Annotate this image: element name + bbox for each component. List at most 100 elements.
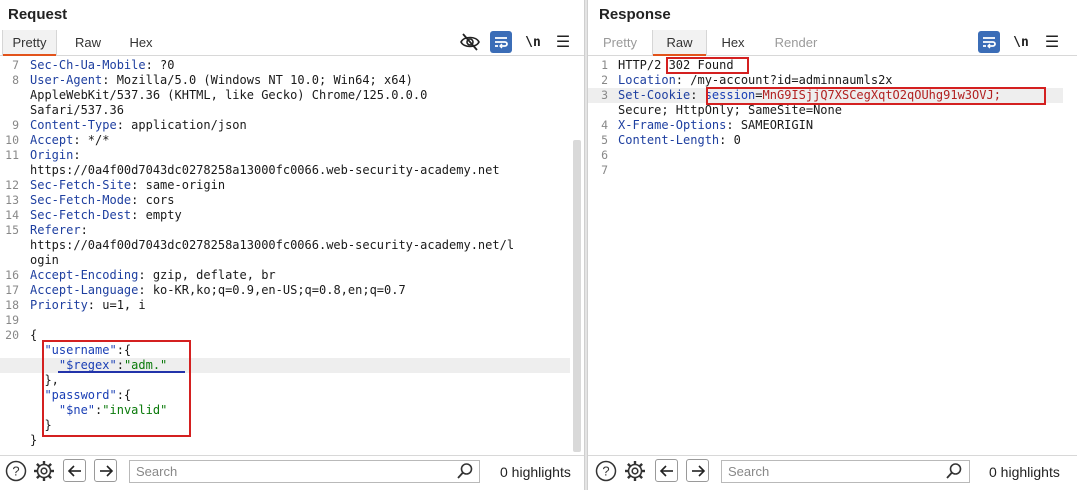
code-token: X-Frame-Options (618, 118, 727, 132)
line-number: 2 (601, 73, 608, 87)
code-token: :{ (116, 388, 132, 402)
code-line[interactable]: "$ne":"invalid" (0, 403, 570, 418)
code-token: Referer (30, 223, 81, 237)
request-editor[interactable]: 7 Sec-Ch-Ua-Mobile: ?0 8 User-Agent: Mozill… (0, 57, 584, 450)
help-icon[interactable]: ? (594, 459, 618, 483)
request-title: Request (8, 6, 68, 23)
code-line[interactable]: 9 Content-Type: application/json (0, 118, 570, 133)
code-line[interactable]: 8 User-Agent: Mozilla/5.0 (Windows NT 10.… (0, 73, 570, 88)
code-line[interactable]: 3 Set-Cookie: session=MnG9ISjjQ7XSCegXqtO… (588, 88, 1063, 103)
code-token: : gzip, deflate, br (138, 268, 276, 282)
code-line[interactable]: 2 Location: /my-account?id=adminnaumls2x (588, 73, 1063, 88)
code-token: : ko-KR,ko;q=0.9,en-US;q=0.8,en;q=0.7 (138, 283, 406, 297)
line-number: 20 (5, 328, 19, 342)
response-tab-raw[interactable]: Raw (652, 30, 707, 56)
back-arrow-icon[interactable] (63, 459, 86, 482)
word-wrap-icon[interactable] (490, 31, 512, 53)
line-number: 16 (5, 268, 19, 282)
forward-arrow-icon[interactable] (686, 459, 709, 482)
code-line[interactable]: 12 Sec-Fetch-Site: same-origin (0, 178, 570, 193)
code-text: }, (30, 373, 58, 388)
request-search-input[interactable] (129, 460, 480, 483)
code-line[interactable]: } (0, 433, 570, 448)
menu-icon[interactable]: ☰ (552, 31, 574, 53)
code-token: AppleWebKit/537.36 (KHTML, like Gecko) C… (30, 88, 428, 102)
search-icon[interactable] (945, 462, 963, 480)
code-token: : ?0 (145, 58, 175, 72)
menu-icon[interactable]: ☰ (1041, 31, 1063, 53)
code-line[interactable]: 20 { (0, 328, 570, 343)
code-token: : same-origin (131, 178, 226, 192)
code-text: Safari/537.36 (30, 103, 124, 118)
request-tab-hex[interactable]: Hex (118, 30, 164, 55)
code-line[interactable]: 6 (588, 148, 1063, 163)
code-text: Referer: (30, 223, 88, 238)
code-text: Sec-Fetch-Site: same-origin (30, 178, 225, 193)
hide-nonprintable-eye-slash-icon[interactable] (459, 31, 481, 53)
code-line[interactable]: }, (0, 373, 570, 388)
settings-gear-icon[interactable] (32, 459, 56, 483)
request-tab-pretty[interactable]: Pretty (2, 30, 57, 56)
search-icon[interactable] (456, 462, 474, 480)
code-line[interactable]: AppleWebKit/537.36 (KHTML, like Gecko) C… (0, 88, 570, 103)
code-token: : Mozilla/5.0 (Windows NT 10.0; Win64; x… (102, 73, 413, 87)
code-line[interactable]: "username":{ (0, 343, 570, 358)
code-text: X-Frame-Options: SAMEORIGIN (618, 118, 813, 133)
code-token: : cors (131, 193, 175, 207)
code-line[interactable]: Secure; HttpOnly; SameSite=None (588, 103, 1063, 118)
request-scrollbar[interactable] (573, 140, 581, 452)
code-token: session (704, 88, 756, 102)
code-token: } (30, 418, 52, 432)
code-line[interactable]: https://0a4f00d7043dc0278258a13000fc0066… (0, 163, 570, 178)
code-line[interactable]: 18 Priority: u=1, i (0, 298, 570, 313)
code-line[interactable]: 7 (588, 163, 1063, 178)
code-line[interactable]: 17 Accept-Language: ko-KR,ko;q=0.9,en-US;… (0, 283, 570, 298)
code-line[interactable]: 1 HTTP/2 302 Found (588, 58, 1063, 73)
response-tab-hex[interactable]: Hex (710, 30, 756, 55)
code-token: Sec-Fetch-Dest (30, 208, 132, 222)
forward-arrow-icon[interactable] (94, 459, 117, 482)
response-highlights-count: 0 highlights (989, 464, 1060, 480)
code-text: https://0a4f00d7043dc0278258a13000fc0066… (30, 163, 500, 178)
code-line[interactable]: 7 Sec-Ch-Ua-Mobile: ?0 (0, 58, 570, 73)
code-text: Set-Cookie: session=MnG9ISjjQ7XSCegXqtO2… (618, 88, 1001, 103)
code-token: : */* (73, 133, 110, 147)
word-wrap-icon[interactable] (978, 31, 1000, 53)
code-line[interactable]: "password":{ (0, 388, 570, 403)
code-line[interactable]: 5 Content-Length: 0 (588, 133, 1063, 148)
code-line[interactable]: 15 Referer: (0, 223, 570, 238)
response-tab-render[interactable]: Render (768, 30, 824, 55)
response-tab-pretty[interactable]: Pretty (594, 30, 646, 55)
line-number: 13 (5, 193, 19, 207)
code-line[interactable]: 11 Origin: (0, 148, 570, 163)
show-newlines-icon[interactable]: \n (522, 31, 544, 53)
code-token: : (116, 358, 124, 372)
back-arrow-icon[interactable] (655, 459, 678, 482)
code-line[interactable]: 19 (0, 313, 570, 328)
settings-gear-icon[interactable] (623, 459, 647, 483)
code-line[interactable]: 4 X-Frame-Options: SAMEORIGIN (588, 118, 1063, 133)
request-tab-raw[interactable]: Raw (62, 30, 114, 55)
code-line[interactable]: 14 Sec-Fetch-Dest: empty (0, 208, 570, 223)
response-editor[interactable]: 1 HTTP/2 302 Found 2 Location: /my-account?… (588, 57, 1077, 450)
code-token: = (755, 88, 763, 102)
code-token: Content-Length (618, 133, 720, 147)
code-text: } (30, 418, 52, 433)
code-line[interactable]: 16 Accept-Encoding: gzip, deflate, br (0, 268, 570, 283)
help-icon[interactable]: ? (4, 459, 28, 483)
code-line[interactable]: 10 Accept: */* (0, 133, 570, 148)
line-number: 11 (5, 148, 19, 162)
code-line[interactable]: 13 Sec-Fetch-Mode: cors (0, 193, 570, 208)
code-token: Set-Cookie (618, 88, 691, 102)
code-token: : /my-account?id=adminnaumls2x (675, 73, 893, 87)
code-line[interactable]: } (0, 418, 570, 433)
code-line[interactable]: https://0a4f00d7043dc0278258a13000fc0066… (0, 238, 570, 253)
code-line[interactable]: Safari/537.36 (0, 103, 570, 118)
code-line[interactable]: ogin (0, 253, 570, 268)
response-search-input[interactable] (721, 460, 970, 483)
code-text: Sec-Ch-Ua-Mobile: ?0 (30, 58, 175, 73)
code-token: Accept (30, 133, 74, 147)
code-token: "$ne" (58, 403, 96, 417)
show-newlines-icon[interactable]: \n (1010, 31, 1032, 53)
